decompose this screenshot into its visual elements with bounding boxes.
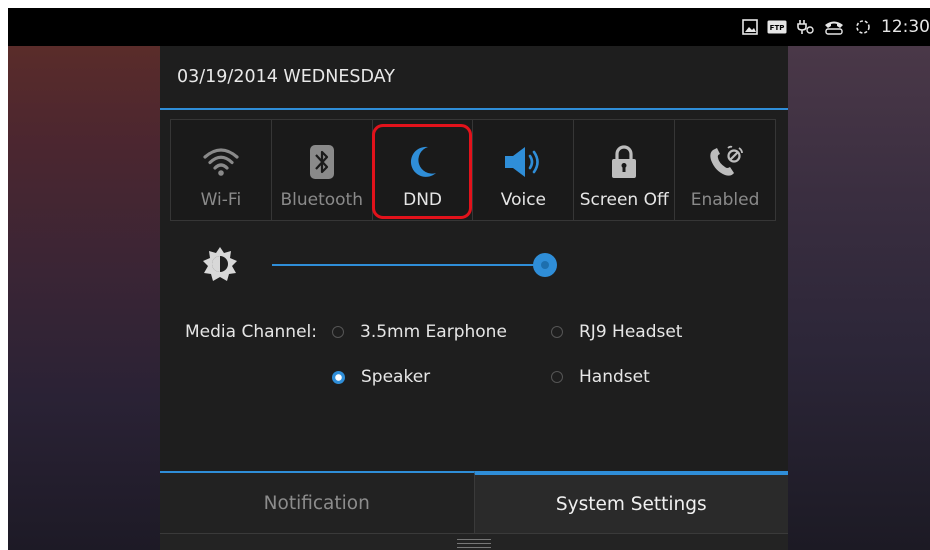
wifi-icon bbox=[202, 138, 240, 186]
brightness-slider-track[interactable] bbox=[272, 264, 544, 266]
toggle-voice[interactable]: Voice bbox=[473, 120, 575, 220]
wallpaper-left bbox=[8, 46, 160, 550]
date-header: 03/19/2014 WEDNESDAY bbox=[160, 46, 788, 110]
tab-system-settings[interactable]: System Settings bbox=[473, 471, 788, 533]
toggle-label: DND bbox=[403, 190, 443, 210]
device-screen: FTP 12:30 03/19/2014 WEDNESDAY Wi-Fi Blu… bbox=[8, 8, 930, 550]
date-text: 03/19/2014 WEDNESDAY bbox=[177, 67, 395, 87]
brightness-slider-rest[interactable] bbox=[544, 264, 744, 266]
phone-disabled-icon bbox=[707, 138, 743, 186]
toggle-dnd[interactable]: DND bbox=[373, 120, 474, 220]
toggle-label: Bluetooth bbox=[280, 190, 363, 210]
lock-icon bbox=[610, 138, 638, 186]
toggle-enabled[interactable]: Enabled bbox=[675, 120, 775, 220]
radio-rj9-headset[interactable]: RJ9 Headset bbox=[551, 322, 682, 342]
radio-label: Handset bbox=[579, 367, 650, 387]
bluetooth-icon bbox=[309, 138, 334, 186]
status-bar[interactable]: FTP 12:30 bbox=[8, 8, 930, 46]
toggle-wifi[interactable]: Wi-Fi bbox=[171, 120, 272, 220]
radio-button[interactable] bbox=[551, 371, 563, 383]
notification-shade: 03/19/2014 WEDNESDAY Wi-Fi Bluetooth DND… bbox=[160, 46, 788, 550]
sync-icon bbox=[854, 18, 872, 36]
radio-handset[interactable]: Handset bbox=[551, 367, 650, 387]
radio-3-5mm-earphone[interactable]: 3.5mm Earphone bbox=[332, 322, 507, 342]
moon-icon bbox=[408, 138, 438, 186]
toggle-label: Voice bbox=[500, 190, 547, 210]
toggle-bluetooth[interactable]: Bluetooth bbox=[272, 120, 373, 220]
media-channel-label: Media Channel: bbox=[185, 322, 317, 342]
brightness-slider-thumb[interactable] bbox=[533, 253, 557, 277]
toggle-screen-off[interactable]: Screen Off bbox=[574, 120, 676, 220]
bottom-tabs: Notification System Settings bbox=[160, 471, 788, 533]
toggle-label: Enabled bbox=[690, 190, 760, 210]
radio-speaker[interactable]: Speaker bbox=[332, 367, 430, 387]
usb-debug-icon bbox=[796, 18, 814, 36]
status-icons: FTP 12:30 bbox=[742, 8, 930, 46]
tab-label: Notification bbox=[263, 492, 370, 514]
image-icon bbox=[742, 19, 758, 35]
wallpaper-right bbox=[788, 46, 930, 550]
toggle-label: Wi-Fi bbox=[200, 190, 242, 210]
radio-label: RJ9 Headset bbox=[579, 322, 683, 342]
radio-button-selected[interactable] bbox=[332, 370, 345, 384]
toggle-label: Screen Off bbox=[579, 190, 669, 210]
radio-button[interactable] bbox=[551, 326, 563, 338]
ftp-icon: FTP bbox=[767, 20, 787, 34]
radio-label: Speaker bbox=[361, 367, 431, 387]
status-clock: 12:30 bbox=[881, 17, 930, 37]
media-channel-group: Media Channel: 3.5mm Earphone RJ9 Headse… bbox=[160, 308, 788, 428]
quick-toggles: Wi-Fi Bluetooth DND Voice Screen Off Ena… bbox=[170, 119, 776, 221]
voicemail-icon bbox=[823, 19, 845, 35]
drag-handle[interactable] bbox=[160, 533, 788, 550]
ftp-icon-text: FTP bbox=[770, 24, 785, 32]
drag-handle-icon bbox=[457, 539, 491, 548]
speaker-volume-icon bbox=[503, 138, 543, 186]
tab-label: System Settings bbox=[555, 493, 707, 515]
radio-button[interactable] bbox=[332, 326, 344, 338]
tab-notification[interactable]: Notification bbox=[160, 471, 474, 533]
radio-label: 3.5mm Earphone bbox=[360, 322, 507, 342]
brightness-icon bbox=[201, 245, 239, 287]
brightness-row bbox=[160, 234, 788, 294]
